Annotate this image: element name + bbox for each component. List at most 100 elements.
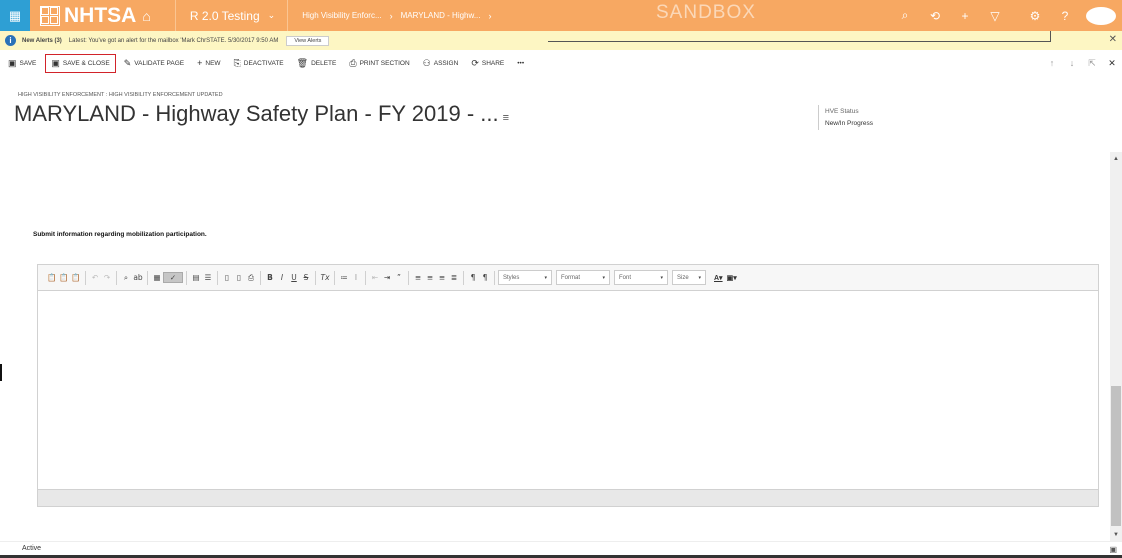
table-icon[interactable]: ▤ [190,273,202,282]
paste-text-icon[interactable]: 📋 [58,273,70,282]
align-center-icon[interactable]: ≡ [424,273,436,282]
delete-label: DELETE [311,59,337,67]
paste-icon[interactable]: 📋 [46,273,58,282]
redo-icon[interactable]: ↷ [101,273,113,282]
save-close-button[interactable]: ▣ SAVE & CLOSE [45,53,116,73]
more-commands-button[interactable]: ••• [512,54,529,73]
scroll-down-icon[interactable]: ▼ [1110,528,1122,542]
paste-word-icon[interactable]: 📋 [70,273,82,282]
bulleted-list-icon[interactable]: ⁝ [350,273,362,282]
share-button[interactable]: ⟳ SHARE [466,54,509,73]
info-icon: i [5,35,16,46]
remove-format-icon[interactable]: Tx [319,273,331,282]
close-icon[interactable]: ✕ [1109,34,1117,45]
chevron-right-icon: › [389,10,393,21]
rtl-icon[interactable]: ¶ [479,273,491,282]
alert-notification-bar: i New Alerts (3) Latest: You've got an a… [0,31,1122,50]
save-button[interactable]: ▣ SAVE [3,54,41,73]
scrollbar-thumb[interactable] [1111,386,1121,526]
print-section-button[interactable]: ⎙ PRINT SECTION [344,54,414,73]
form-selector-icon[interactable]: ≡ [503,112,509,124]
alert-underline-end [1050,31,1051,42]
dropdown-arrow-icon: ▾ [602,274,605,281]
validate-page-button[interactable]: ✎ VALIDATE PAGE [119,54,189,73]
alerts-count[interactable]: New Alerts (3) [22,38,62,44]
nav-divider [287,0,289,31]
justify-icon[interactable]: ≣ [448,273,460,282]
new-button[interactable]: + NEW [192,54,225,73]
rich-text-editor: 📋 📋 📋 ↶ ↷ ⌕ ab ▦ ✓ ▤ ☰ ▯ ▯ ⎙ B I U S Tx [37,264,1099,507]
filter-icon[interactable]: ▽ [980,9,1010,23]
bold-icon[interactable]: B [264,273,276,282]
find-icon[interactable]: ⌕ [120,273,132,283]
hve-status-label: HVE Status [825,108,859,115]
close-icon[interactable]: ✕ [1102,58,1122,69]
strikethrough-icon[interactable]: S [300,273,312,282]
create-plus-icon[interactable]: + [950,9,980,23]
toolbar-separator [315,270,316,285]
toolbar-separator [408,270,409,285]
printer-icon: ⎙ [349,57,357,68]
validate-icon: ✎ [123,57,132,68]
align-right-icon[interactable]: ≡ [436,273,448,282]
breadcrumb-record[interactable]: MARYLAND - Highw... [401,11,481,20]
save-close-label: SAVE & CLOSE [62,59,110,67]
avatar[interactable] [1086,6,1116,25]
breadcrumb-entity[interactable]: High Visibility Enforc... [302,11,381,20]
background-color-icon[interactable]: ▣▾ [727,274,737,282]
undo-icon[interactable]: ↶ [89,273,101,282]
record-header: HIGH VISIBILITY ENFORCEMENT : HIGH VISIB… [0,75,1122,130]
select-all-icon[interactable]: ▦ [151,273,163,282]
assign-button[interactable]: ⚇ ASSIGN [418,54,464,73]
search-icon[interactable]: ⌕ [890,8,920,23]
numbered-list-icon[interactable]: ≔ [338,273,350,282]
validate-label: VALIDATE PAGE [134,59,185,67]
spellcheck-icon[interactable]: ✓ [163,272,183,283]
toolbar-separator [260,270,261,285]
home-icon[interactable]: ⌂ [142,8,150,24]
italic-icon[interactable]: I [276,273,288,282]
blockquote-icon[interactable]: ” [393,273,405,282]
preview-icon[interactable]: ▯ [233,273,245,282]
form-scrollbar[interactable]: ▲ ▼ [1110,152,1122,542]
size-dropdown[interactable]: Size ▾ [672,270,706,285]
arrow-down-icon[interactable]: ↓ [1062,58,1082,68]
deactivate-button[interactable]: ⎘ DEACTIVATE [229,54,289,73]
gear-icon[interactable]: ⚙ [1020,9,1050,23]
left-edge-marker [0,364,2,381]
top-navigation-bar: ▦ NHTSA ⌂ R 2.0 Testing ⌄ High Visibilit… [0,0,1122,31]
print-icon[interactable]: ⎙ [245,273,257,283]
share-label: SHARE [481,59,505,67]
font-dropdown[interactable]: Font ▾ [614,270,668,285]
nhtsa-logo[interactable]: NHTSA ⌂ [40,0,151,31]
arrow-up-icon[interactable]: ↑ [1042,58,1062,68]
underline-icon[interactable]: U [288,273,300,282]
styles-dropdown[interactable]: Styles ▾ [498,270,552,285]
app-switcher[interactable]: R 2.0 Testing ⌄ [190,9,283,23]
delete-button[interactable]: 🗑 DELETE [292,54,342,73]
help-icon[interactable]: ? [1050,9,1080,23]
text-color-icon[interactable]: A▾ [714,274,723,282]
outdent-icon[interactable]: ⇤ [369,273,381,282]
editor-content-area[interactable] [38,291,1098,489]
breadcrumb: High Visibility Enforc... › MARYLAND - H… [302,11,499,21]
view-alerts-button[interactable]: View Alerts [286,35,330,46]
indent-icon[interactable]: ⇥ [381,273,393,282]
ltr-icon[interactable]: ¶ [467,273,479,282]
command-bar: ▣ SAVE ▣ SAVE & CLOSE ✎ VALIDATE PAGE + NEW … [0,51,1122,75]
dropdown-arrow-icon: ▾ [544,274,547,281]
source-icon[interactable]: ▯ [221,273,233,282]
save-icon[interactable]: ▣ [1109,545,1117,554]
app-launcher-icon[interactable]: ▦ [0,0,30,31]
history-icon[interactable]: ⟲ [920,9,950,23]
horizontal-rule-icon[interactable]: ☰ [202,273,214,282]
editor-toolbar: 📋 📋 📋 ↶ ↷ ⌕ ab ▦ ✓ ▤ ☰ ▯ ▯ ⎙ B I U S Tx [38,265,1098,291]
popout-icon[interactable]: ⇱ [1082,58,1102,69]
print-label: PRINT SECTION [359,59,410,67]
scroll-up-icon[interactable]: ▲ [1110,152,1122,166]
record-status: Active [22,545,42,552]
editor-footer [38,489,1098,506]
replace-icon[interactable]: ab [132,273,144,282]
align-left-icon[interactable]: ≡ [412,273,424,282]
format-dropdown[interactable]: Format ▾ [556,270,610,285]
